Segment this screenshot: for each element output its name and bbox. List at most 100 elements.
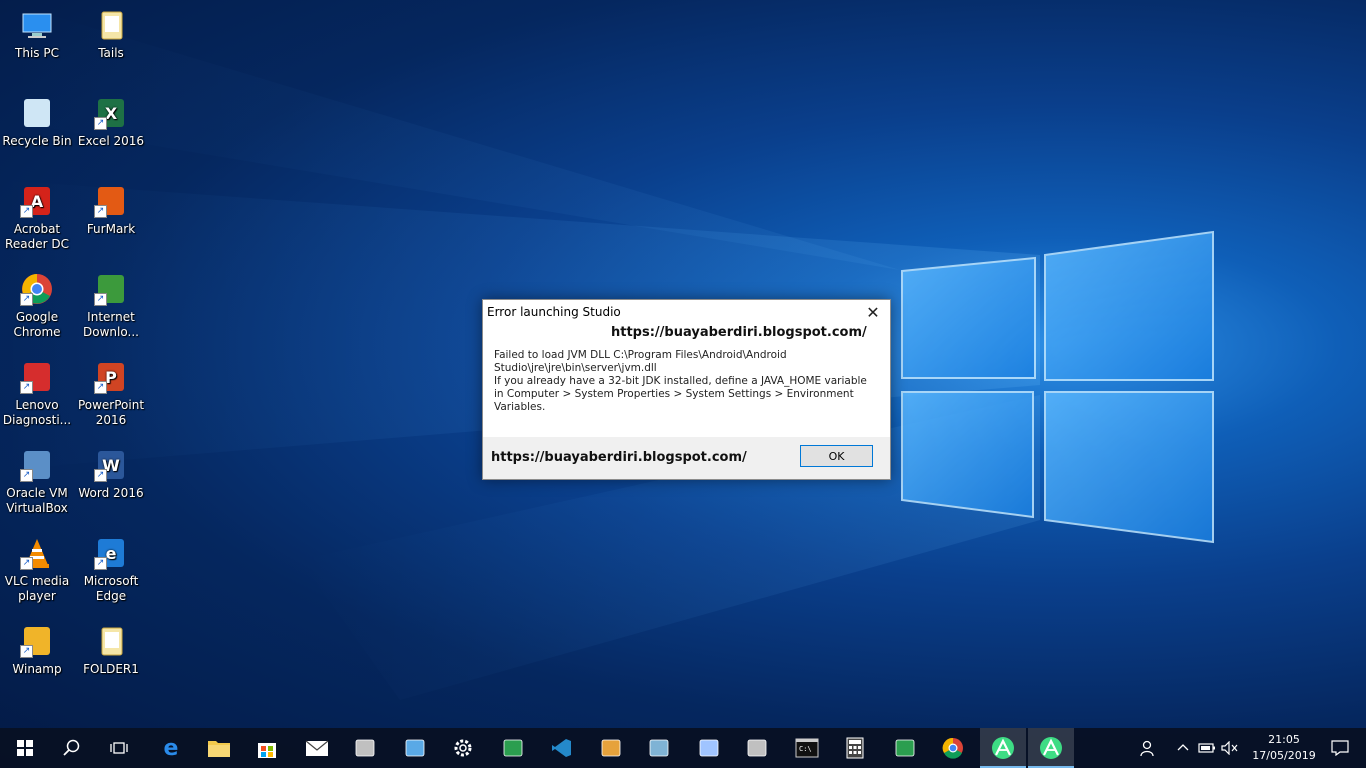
acrobat-icon: A ↗ [20, 184, 54, 218]
error-dialog: Error launching Studio ✕ https://buayabe… [482, 299, 891, 480]
desktop-icon-label: This PC [15, 46, 59, 60]
shortcut-arrow-icon: ↗ [20, 469, 33, 482]
file-explorer-icon[interactable] [196, 728, 242, 768]
dialog-title: Error launching Studio [487, 305, 621, 319]
desktop-icon-powerpoint-2016[interactable]: P ↗ PowerPoint 2016 [74, 360, 148, 428]
shortcut-arrow-icon: ↗ [94, 205, 107, 218]
desktop-icon-label: Recycle Bin [2, 134, 72, 148]
clock-date[interactable]: 17/05/2019 [1246, 749, 1322, 762]
desktop-icon-label: PowerPoint 2016 [77, 398, 145, 427]
shortcut-arrow-icon: ↗ [94, 557, 107, 570]
desktop-icon-internet-downlo[interactable]: ↗ Internet Downlo... [74, 272, 148, 340]
vscode-icon[interactable] [538, 728, 584, 768]
desktop-icon-word-2016[interactable]: W ↗ Word 2016 [74, 448, 148, 501]
desktop-icon-label: Lenovo Diagnosti... [2, 398, 72, 427]
remote-desktop-icon[interactable] [882, 728, 928, 768]
this-pc-icon [20, 8, 54, 42]
dialog-footer: https://buayaberdiri.blogspot.com/ OK [483, 437, 890, 479]
display-icon[interactable] [636, 728, 682, 768]
close-icon[interactable]: ✕ [862, 302, 884, 324]
dialog-message: Failed to load JVM DLL C:\Program Files\… [494, 349, 874, 414]
lenovo-diagnostics-icon: ↗ [20, 360, 54, 394]
desktop-icon-lenovo-diagnosti[interactable]: ↗ Lenovo Diagnosti... [0, 360, 74, 428]
shortcut-arrow-icon: ↗ [20, 645, 33, 658]
folder-icon [94, 624, 128, 658]
virtualbox-icon: ↗ [20, 448, 54, 482]
chevron-up-icon[interactable] [1172, 728, 1194, 768]
desktop-icon-excel-2016[interactable]: X ↗ Excel 2016 [74, 96, 148, 149]
search-icon[interactable] [49, 728, 95, 768]
calculator-icon[interactable] [832, 728, 878, 768]
desktop-icon-label: Acrobat Reader DC [5, 222, 69, 251]
desktop-icon-acrobat-reader-dc[interactable]: A ↗ Acrobat Reader DC [0, 184, 74, 252]
mail-icon[interactable] [294, 728, 340, 768]
svg-text:C:\: C:\ [799, 745, 812, 753]
desktop-icon-google-chrome[interactable]: ↗ Google Chrome [0, 272, 74, 340]
shortcut-arrow-icon: ↗ [20, 381, 33, 394]
notifications-icon[interactable] [1320, 728, 1360, 768]
recycle-bin-icon [20, 96, 54, 130]
powerpoint-icon: P ↗ [94, 360, 128, 394]
furmark-icon: ↗ [94, 184, 128, 218]
android-studio-icon[interactable] [980, 728, 1026, 768]
clock-time[interactable]: 21:05 [1250, 733, 1318, 746]
app-green-icon[interactable] [588, 728, 634, 768]
desktop-icon-label: FurMark [86, 222, 136, 236]
desktop-icon-folder1[interactable]: FOLDER1 [74, 624, 148, 677]
task-view-icon[interactable] [96, 728, 142, 768]
watermark-bottom: https://buayaberdiri.blogspot.com/ [491, 450, 747, 465]
battery-icon[interactable] [1196, 728, 1218, 768]
desktop-icon-label: FOLDER1 [83, 662, 139, 676]
notepad-icon[interactable] [734, 728, 780, 768]
desktop-icon-label: Excel 2016 [77, 134, 145, 148]
paint-icon[interactable] [490, 728, 536, 768]
desktop-icon-recycle-bin[interactable]: Recycle Bin [0, 96, 74, 149]
idm-icon: ↗ [94, 272, 128, 306]
svg-text:e: e [106, 544, 117, 563]
people-icon[interactable] [1124, 728, 1170, 768]
watermark-top: https://buayaberdiri.blogspot.com/ [611, 325, 867, 340]
app-icon[interactable] [392, 728, 438, 768]
desktop-icon-label: Internet Downlo... [83, 310, 139, 339]
ok-button[interactable]: OK [800, 445, 873, 467]
chrome-icon: ↗ [20, 272, 54, 306]
volume-muted-icon[interactable] [1219, 728, 1241, 768]
desktop-icon-winamp[interactable]: ↗ Winamp [0, 624, 74, 677]
android-studio-icon[interactable] [1028, 728, 1074, 768]
edge-icon: e ↗ [94, 536, 128, 570]
shortcut-arrow-icon: ↗ [94, 381, 107, 394]
desktop-icon-label: Tails [98, 46, 124, 60]
edge-icon[interactable]: e [148, 728, 194, 768]
word-icon: W ↗ [94, 448, 128, 482]
excel-icon: X ↗ [94, 96, 128, 130]
desktop-icon-vlc-media-player[interactable]: ↗ VLC media player [0, 536, 74, 604]
desktop-icon-label: Google Chrome [13, 310, 61, 339]
desktop-icon-microsoft-edge[interactable]: e ↗ Microsoft Edge [74, 536, 148, 604]
desktop-icon-oracle-vm-virtualbox[interactable]: ↗ Oracle VM VirtualBox [0, 448, 74, 516]
network-tool-icon[interactable] [342, 728, 388, 768]
store-icon[interactable] [244, 728, 290, 768]
message-line-1: Failed to load JVM DLL C:\Program Files\… [494, 349, 787, 374]
desktop-icon-label: Oracle VM VirtualBox [6, 486, 68, 515]
desktop-icon-furmark[interactable]: ↗ FurMark [74, 184, 148, 237]
desktop-icon-label: VLC media player [4, 574, 70, 603]
desktop-icon-label: Winamp [12, 662, 62, 676]
vlc-icon: ↗ [20, 536, 54, 570]
start-icon[interactable] [2, 728, 48, 768]
shortcut-arrow-icon: ↗ [20, 557, 33, 570]
shortcut-arrow-icon: ↗ [94, 293, 107, 306]
desktop-icon-tails[interactable]: Tails [74, 8, 148, 61]
winamp-icon: ↗ [20, 624, 54, 658]
shortcut-arrow-icon: ↗ [94, 469, 107, 482]
settings-icon[interactable] [440, 728, 486, 768]
desktop-icon-this-pc[interactable]: This PC [0, 8, 74, 61]
shortcut-arrow-icon: ↗ [20, 205, 33, 218]
terminal-icon[interactable]: C:\ [784, 728, 830, 768]
chrome-icon[interactable] [930, 728, 976, 768]
shortcut-arrow-icon: ↗ [20, 293, 33, 306]
desktop-icon-label: Word 2016 [78, 486, 144, 500]
message-line-2: If you already have a 32-bit JDK install… [494, 375, 867, 413]
python-icon[interactable] [686, 728, 732, 768]
folder-icon [94, 8, 128, 42]
svg-text:e: e [164, 737, 179, 759]
